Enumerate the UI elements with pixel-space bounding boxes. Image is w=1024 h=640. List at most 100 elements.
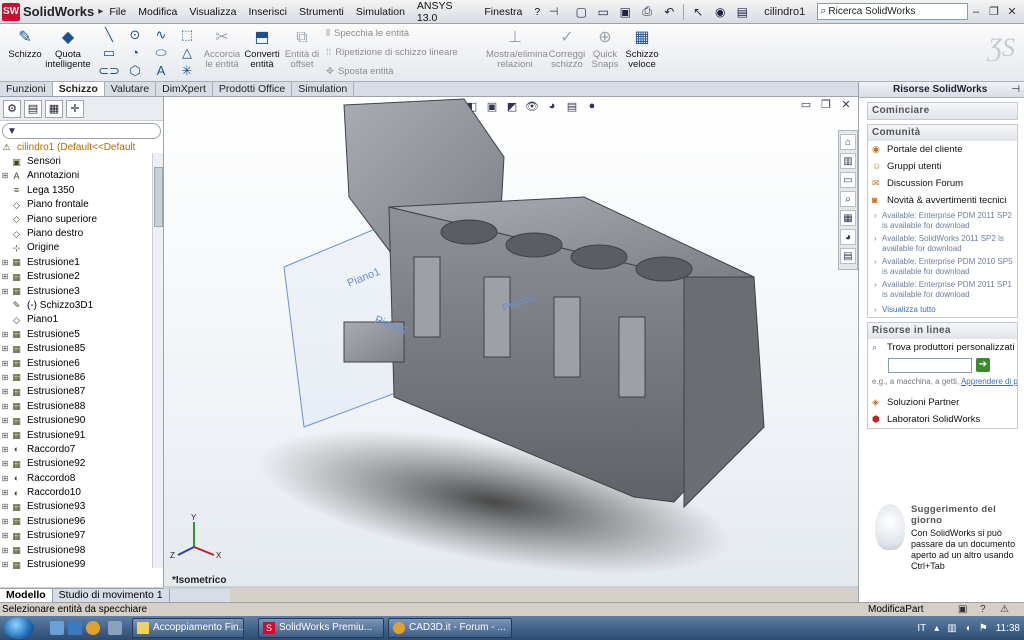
tree-item[interactable]: ⊞ ▦ Estrusione98	[0, 543, 152, 557]
block-end-face[interactable]	[683, 276, 765, 509]
expand-toggle-icon[interactable]: ⊞	[0, 416, 10, 425]
expand-toggle-icon[interactable]: ⊞	[0, 560, 10, 569]
expand-toggle-icon[interactable]: ⊞	[0, 517, 10, 526]
configuration-manager-tab-icon[interactable]: ▦	[45, 99, 63, 118]
expand-toggle-icon[interactable]: ⊞	[0, 344, 10, 353]
menu-file[interactable]: File	[103, 6, 132, 18]
menu-modifica[interactable]: Modifica	[132, 6, 183, 18]
tree-item[interactable]: ⊞ ▦ Estrusione1	[0, 255, 152, 269]
dimxpert-manager-tab-icon[interactable]: ✛	[66, 99, 84, 118]
construction-geometry-icon[interactable]: ⬚	[174, 26, 200, 44]
options-icon[interactable]: ▤	[732, 3, 752, 21]
solidworks-resources-tab-icon[interactable]: ⌂	[840, 134, 856, 150]
expand-toggle-icon[interactable]: ⊞	[0, 402, 10, 411]
expand-toggle-icon[interactable]: ⊞	[0, 359, 10, 368]
sketch-button[interactable]: ✎ Schizzo	[6, 28, 44, 60]
tree-item[interactable]: ◇ Piano destro	[0, 226, 152, 240]
tree-item[interactable]: ◇ Piano1	[0, 313, 152, 327]
tree-item[interactable]: ⊞ ◐ Raccordo7	[0, 442, 152, 456]
expand-toggle-icon[interactable]: ⊞	[0, 445, 10, 454]
link-partner-solutions[interactable]: ◈ Soluzioni Partner	[868, 394, 1017, 411]
slot-icon[interactable]: ⊂⊃	[96, 62, 122, 80]
go-arrow-icon[interactable]: ➔	[976, 358, 990, 372]
tree-item[interactable]: ⊞ ▦ Estrusione96	[0, 514, 152, 528]
rectangle-icon[interactable]: ▭	[96, 44, 122, 62]
news-item-3[interactable]: Available: Enterprise PDM 2010 SP5 is av…	[868, 255, 1017, 278]
tree-item[interactable]: ◇ Piano superiore	[0, 212, 152, 226]
repair-sketch-button[interactable]: ✓ Correggi schizzo	[546, 28, 588, 70]
menu-ansys[interactable]: ANSYS 13.0	[411, 0, 478, 24]
expand-toggle-icon[interactable]: ⊞	[0, 387, 10, 396]
link-solidworks-labs[interactable]: ⬢ Laboratori SolidWorks	[868, 411, 1017, 428]
tab-funzioni[interactable]: Funzioni	[0, 82, 53, 96]
menu-finestra[interactable]: Finestra	[478, 6, 528, 18]
view-palette-tab-icon[interactable]: ▦	[840, 210, 856, 226]
expand-toggle-icon[interactable]: ⊞	[0, 531, 10, 540]
menu-simulation[interactable]: Simulation	[350, 6, 411, 18]
trim-entities-button[interactable]: ✂ Accorcia le entità	[202, 28, 242, 70]
expand-toggle-icon[interactable]: ⊞	[0, 474, 10, 483]
tree-item[interactable]: ⊞ ▦ Estrusione99	[0, 557, 152, 571]
text-icon[interactable]: A	[148, 62, 174, 80]
expand-toggle-icon[interactable]: ⊞	[0, 330, 10, 339]
rebuild-status-icon[interactable]: ▣	[958, 603, 967, 616]
search-results-tab-icon[interactable]: ⌕	[840, 191, 856, 207]
taskbar-window-cad3d[interactable]: CAD3D.it - Forum - ...	[388, 618, 512, 638]
tree-item[interactable]: ⊹ Origine	[0, 241, 152, 255]
tree-scrollbar[interactable]	[152, 153, 163, 568]
tab-motion-study[interactable]: Studio di movimento 1	[53, 589, 170, 602]
expand-toggle-icon[interactable]: ⊞	[0, 171, 10, 180]
tab-modello[interactable]: Modello	[0, 589, 53, 602]
section-getting-started-title[interactable]: Cominciare	[868, 103, 1017, 119]
language-indicator[interactable]: IT	[917, 623, 926, 634]
tab-simulation[interactable]: Simulation	[292, 82, 355, 96]
convert-entities-button[interactable]: ⬒ Converti entità	[242, 28, 282, 70]
learn-more-link[interactable]: Apprendere di più	[961, 377, 1017, 386]
network-icon[interactable]: ▥	[947, 623, 956, 634]
news-item-4[interactable]: Available: Enterprise PDM 2011 SP1 is av…	[868, 278, 1017, 301]
minimize-icon[interactable]: –	[968, 4, 984, 20]
tree-item[interactable]: ⊞ ◐ Raccordo10	[0, 485, 152, 499]
cylinder-bore-2[interactable]	[505, 232, 563, 258]
tree-item[interactable]: ⊞ ◐ Raccordo8	[0, 471, 152, 485]
tree-item[interactable]: ⊞ ▦ Estrusione92	[0, 457, 152, 471]
menu-help[interactable]: ?	[528, 6, 546, 18]
property-manager-tab-icon[interactable]: ▤	[24, 99, 42, 118]
menu-strumenti[interactable]: Strumenti	[293, 6, 350, 18]
select-arrow-icon[interactable]: ↖	[688, 3, 708, 21]
tree-item[interactable]: ⊞ ▦ Estrusione97	[0, 529, 152, 543]
quicklaunch-more-icon[interactable]	[108, 621, 122, 635]
ellipse-icon[interactable]: ⬭	[148, 44, 174, 62]
section-community-title[interactable]: Comunità	[868, 125, 1017, 141]
news-item-1[interactable]: Available: Enterprise PDM 2011 SP2 is av…	[868, 209, 1017, 232]
restore-icon[interactable]: ❐	[986, 4, 1002, 20]
feature-filter-field[interactable]: ▼	[2, 123, 161, 139]
line-icon[interactable]: ╲	[96, 26, 122, 44]
tab-valutare[interactable]: Valutare	[105, 82, 157, 96]
link-customer-portal[interactable]: ◉ Portale del cliente	[868, 141, 1017, 158]
polygon-icon[interactable]: ⬡	[122, 62, 148, 80]
tree-item[interactable]: ⊞ ▦ Estrusione2	[0, 270, 152, 284]
tab-schizzo[interactable]: Schizzo	[52, 82, 105, 96]
mirror-icon[interactable]: △	[174, 44, 200, 62]
tree-item[interactable]: ⊞ ▦ Estrusione87	[0, 385, 152, 399]
display-delete-relations-button[interactable]: ⊥ Mostra/elimina relazioni	[486, 28, 548, 70]
quick-snaps-button[interactable]: ⊕ Quick Snaps	[588, 28, 622, 70]
tab-dimxpert[interactable]: DimXpert	[156, 82, 213, 96]
tree-root-part[interactable]: ⚠ cilindro1 (Default<<Default	[0, 140, 152, 154]
cylinder-bore-1[interactable]	[440, 219, 498, 245]
arc-icon[interactable]: ◔	[122, 44, 148, 62]
new-document-icon[interactable]: ▢	[571, 3, 591, 21]
bulkhead-3[interactable]	[553, 296, 581, 378]
expand-toggle-icon[interactable]: ⊞	[0, 546, 10, 555]
browser-quicklaunch-icon[interactable]	[86, 621, 100, 635]
expand-toggle-icon[interactable]: ⊞	[0, 488, 10, 497]
spline-icon[interactable]: ∿	[148, 26, 174, 44]
tree-item[interactable]: ✎ (-) Schizzo3D1	[0, 298, 152, 312]
open-folder-icon[interactable]: ▭	[593, 3, 613, 21]
expand-toggle-icon[interactable]: ⊞	[0, 272, 10, 281]
tree-item[interactable]: ⊞ ▦ Estrusione5	[0, 327, 152, 341]
explorer-icon[interactable]	[68, 621, 82, 635]
save-icon[interactable]: ▣	[615, 3, 635, 21]
expand-toggle-icon[interactable]: ⊞	[0, 459, 10, 468]
